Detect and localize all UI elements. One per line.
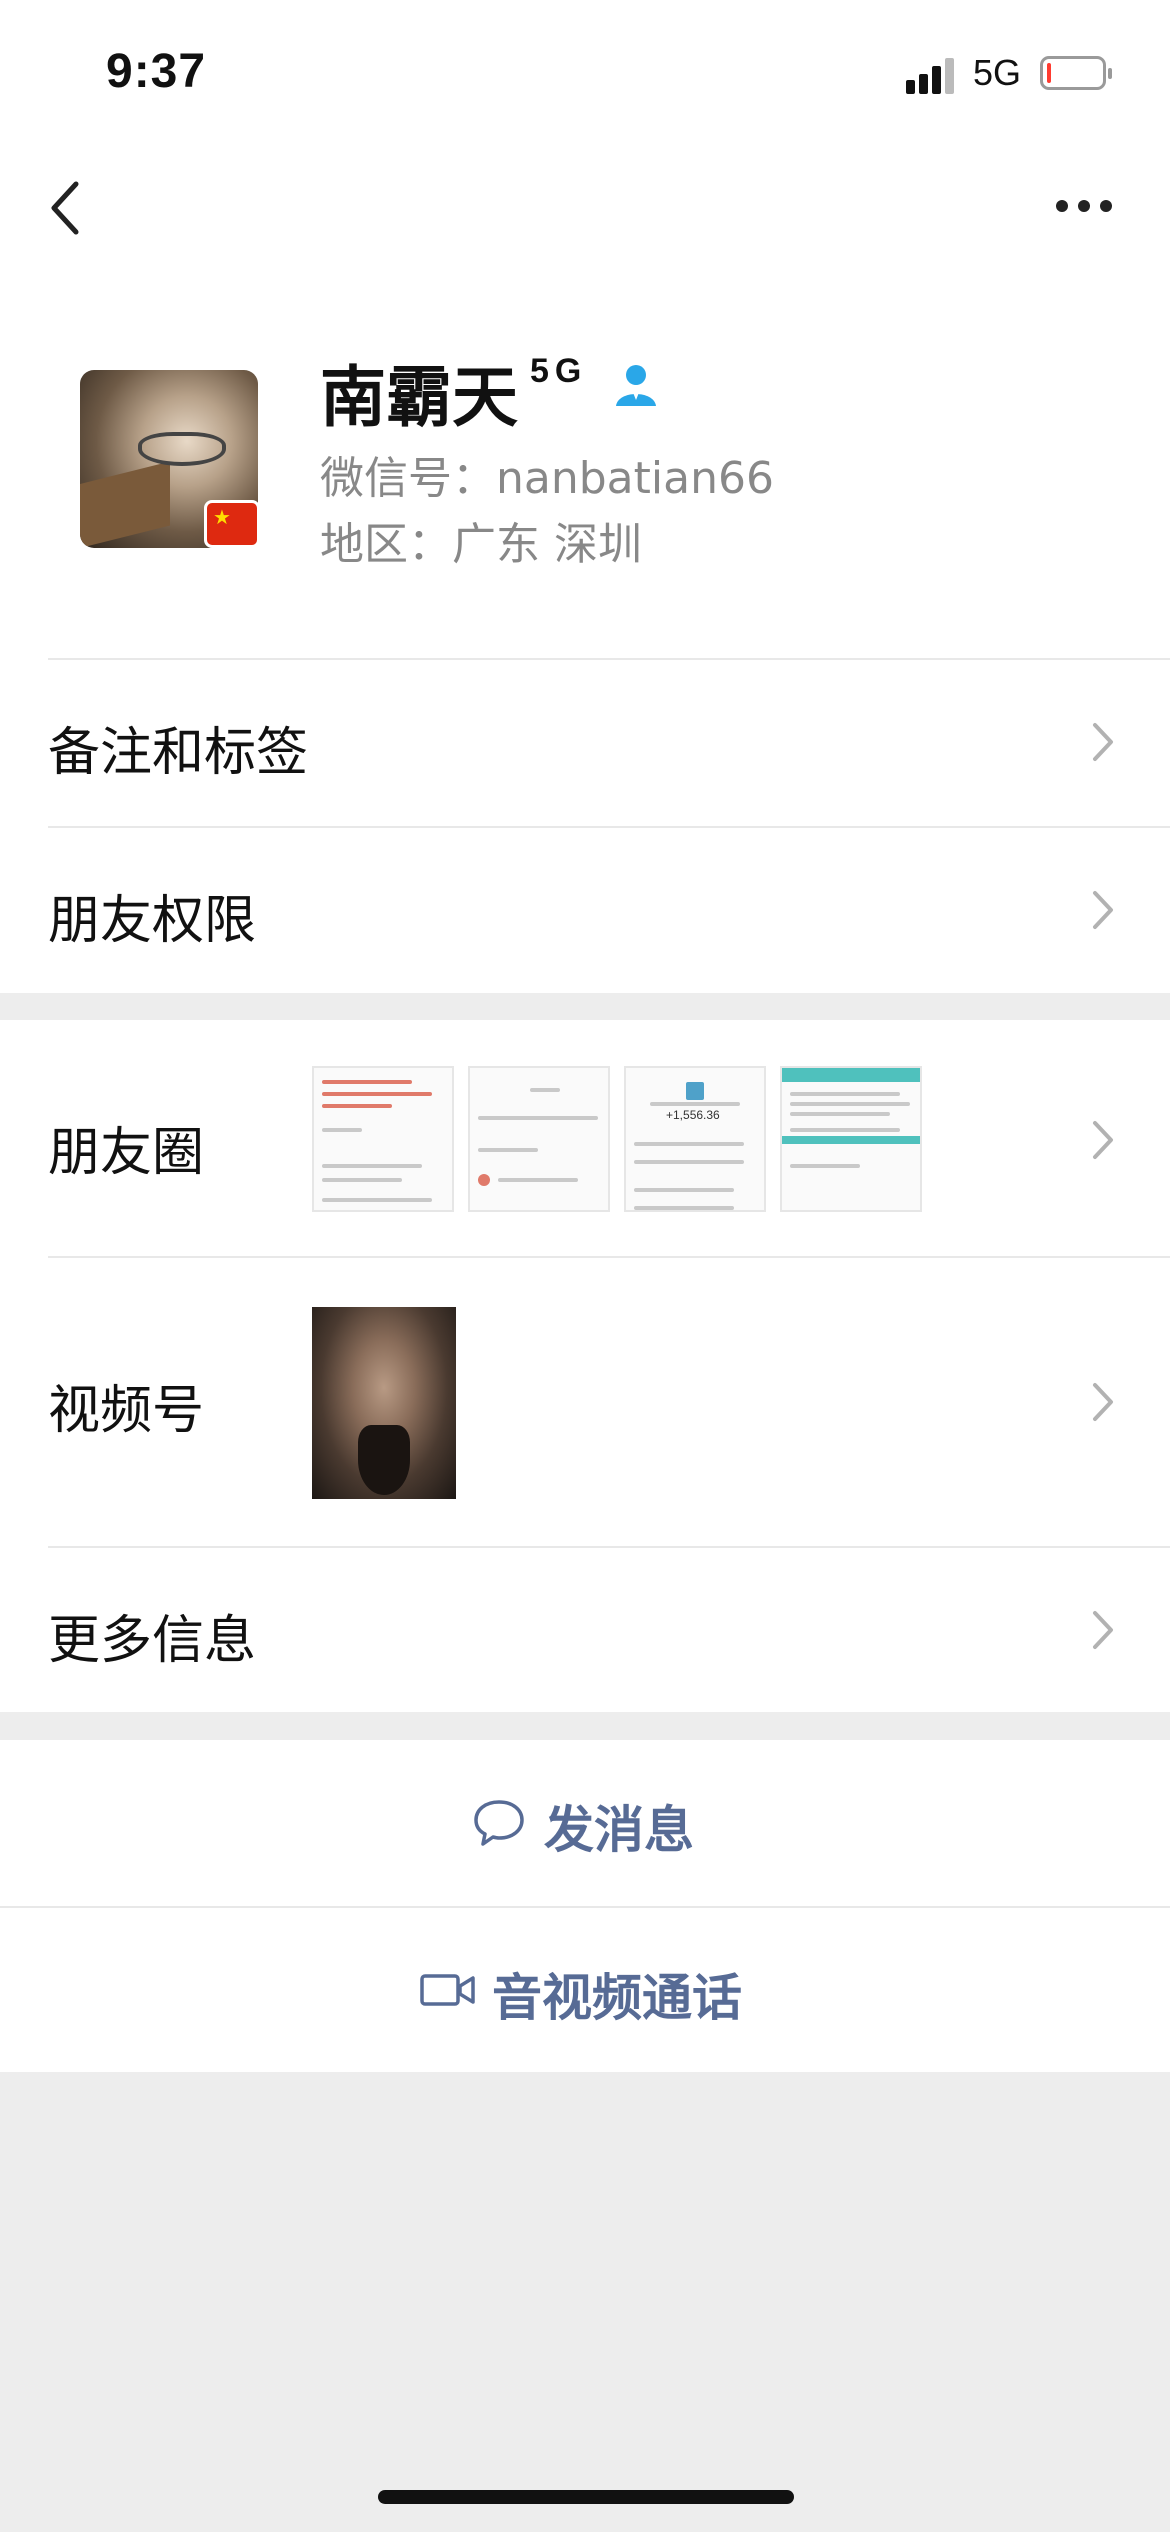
row-more-info[interactable]: 更多信息 [0, 1548, 1170, 1712]
row-label: 视频号 [48, 1381, 205, 1441]
video-call-label: 音视频通话 [492, 1969, 742, 2027]
row-label: 朋友圈 [48, 1123, 205, 1183]
china-flag-icon [204, 500, 260, 548]
moments-thumbnail [312, 1066, 454, 1212]
chevron-left-icon[interactable] [48, 180, 88, 236]
thumbnail-amount: +1,556.36 [666, 1108, 720, 1122]
row-label: 更多信息 [48, 1611, 257, 1671]
row-channels[interactable]: 视频号 [0, 1258, 1170, 1546]
chevron-right-icon [1093, 1121, 1113, 1159]
profile-name: 南霸天 [320, 359, 518, 436]
row-label: 备注和标签 [48, 723, 309, 783]
video-call-button[interactable]: 音视频通话 [0, 1908, 1170, 2074]
battery-icon [1040, 56, 1112, 90]
moments-thumbnail [468, 1066, 610, 1212]
more-dots-icon[interactable] [1056, 200, 1112, 214]
chat-bubble-icon [474, 1800, 524, 1846]
region: 地区：广东 深圳 [320, 519, 642, 570]
channels-thumbnail [312, 1307, 456, 1499]
chevron-right-icon [1093, 1611, 1113, 1649]
signal-icon [906, 54, 958, 94]
send-message-button[interactable]: 发消息 [0, 1740, 1170, 1906]
send-message-label: 发消息 [544, 1801, 694, 1859]
network-label: 5G [973, 52, 1022, 93]
video-camera-icon [420, 1974, 475, 2006]
chevron-right-icon [1093, 1383, 1113, 1421]
name-suffix-label: 5G [530, 352, 588, 390]
row-remarks-tags[interactable]: 备注和标签 [0, 660, 1170, 824]
chevron-right-icon [1093, 891, 1113, 929]
moments-thumbnail [780, 1066, 922, 1212]
status-time: 9:37 [106, 45, 207, 98]
row-label: 朋友权限 [48, 891, 257, 951]
moments-thumbnail: +1,556.36 [624, 1066, 766, 1212]
user-badge-icon[interactable] [612, 360, 660, 408]
wechat-id: 微信号：nanbatian66 [320, 453, 774, 504]
home-indicator[interactable] [378, 2490, 794, 2504]
chevron-right-icon [1093, 723, 1113, 761]
row-friend-permissions[interactable]: 朋友权限 [0, 828, 1170, 992]
